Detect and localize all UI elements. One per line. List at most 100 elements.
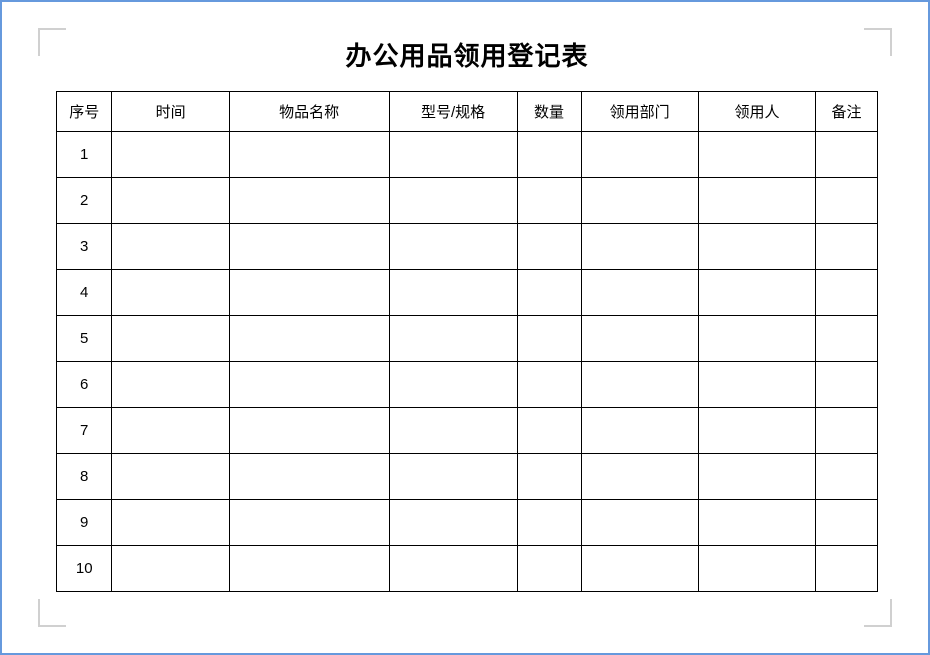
cell-item <box>229 132 389 178</box>
cell-note <box>816 316 878 362</box>
cell-seq: 7 <box>57 408 112 454</box>
cell-qty <box>517 362 581 408</box>
cell-person <box>698 224 815 270</box>
cell-time <box>112 132 229 178</box>
cell-item <box>229 316 389 362</box>
table-body: 1 2 3 <box>57 132 878 592</box>
cell-qty <box>517 454 581 500</box>
cell-qty <box>517 546 581 592</box>
cell-item <box>229 224 389 270</box>
cell-seq: 2 <box>57 178 112 224</box>
cell-note <box>816 408 878 454</box>
cell-item <box>229 546 389 592</box>
cell-note <box>816 454 878 500</box>
cell-note <box>816 546 878 592</box>
cell-time <box>112 270 229 316</box>
table-row: 1 <box>57 132 878 178</box>
col-header-note: 备注 <box>816 92 878 132</box>
cell-dept <box>581 408 698 454</box>
col-header-seq: 序号 <box>57 92 112 132</box>
cell-seq: 8 <box>57 454 112 500</box>
registration-table: 序号 时间 物品名称 型号/规格 数量 领用部门 领用人 备注 1 <box>56 91 878 592</box>
cell-time <box>112 454 229 500</box>
cell-time <box>112 224 229 270</box>
cell-qty <box>517 316 581 362</box>
cell-model <box>389 408 517 454</box>
cell-note <box>816 132 878 178</box>
page-title: 办公用品领用登记表 <box>56 36 878 73</box>
cell-qty <box>517 408 581 454</box>
cell-model <box>389 132 517 178</box>
cell-person <box>698 132 815 178</box>
cell-dept <box>581 454 698 500</box>
table-row: 4 <box>57 270 878 316</box>
cell-model <box>389 546 517 592</box>
col-header-dept: 领用部门 <box>581 92 698 132</box>
cell-seq: 10 <box>57 546 112 592</box>
table-header-row: 序号 时间 物品名称 型号/规格 数量 领用部门 领用人 备注 <box>57 92 878 132</box>
cell-qty <box>517 132 581 178</box>
cell-person <box>698 500 815 546</box>
cell-dept <box>581 178 698 224</box>
cell-person <box>698 546 815 592</box>
cell-qty <box>517 500 581 546</box>
table-row: 8 <box>57 454 878 500</box>
table-row: 5 <box>57 316 878 362</box>
cell-model <box>389 454 517 500</box>
cell-time <box>112 500 229 546</box>
cell-person <box>698 316 815 362</box>
cell-model <box>389 500 517 546</box>
cell-item <box>229 454 389 500</box>
col-header-item: 物品名称 <box>229 92 389 132</box>
cell-note <box>816 270 878 316</box>
cell-model <box>389 270 517 316</box>
cell-person <box>698 362 815 408</box>
cell-time <box>112 178 229 224</box>
col-header-time: 时间 <box>112 92 229 132</box>
cell-seq: 5 <box>57 316 112 362</box>
col-header-model: 型号/规格 <box>389 92 517 132</box>
cell-dept <box>581 132 698 178</box>
cell-qty <box>517 178 581 224</box>
col-header-person: 领用人 <box>698 92 815 132</box>
cell-person <box>698 270 815 316</box>
table-row: 3 <box>57 224 878 270</box>
cell-item <box>229 178 389 224</box>
cell-time <box>112 316 229 362</box>
document-page: 办公用品领用登记表 序号 时间 物品名称 型号/规格 数量 领用部门 领用人 备… <box>2 2 928 653</box>
cell-time <box>112 362 229 408</box>
table-row: 7 <box>57 408 878 454</box>
cell-person <box>698 408 815 454</box>
cell-model <box>389 362 517 408</box>
cell-dept <box>581 270 698 316</box>
cell-time <box>112 408 229 454</box>
cell-note <box>816 362 878 408</box>
cell-seq: 3 <box>57 224 112 270</box>
cell-person <box>698 178 815 224</box>
table-row: 10 <box>57 546 878 592</box>
cell-qty <box>517 270 581 316</box>
cell-time <box>112 546 229 592</box>
cell-seq: 4 <box>57 270 112 316</box>
cell-model <box>389 316 517 362</box>
cell-qty <box>517 224 581 270</box>
cell-seq: 9 <box>57 500 112 546</box>
cell-dept <box>581 362 698 408</box>
table-row: 6 <box>57 362 878 408</box>
cell-note <box>816 178 878 224</box>
col-header-qty: 数量 <box>517 92 581 132</box>
cell-note <box>816 224 878 270</box>
table-row: 9 <box>57 500 878 546</box>
cell-person <box>698 454 815 500</box>
cell-model <box>389 178 517 224</box>
cell-item <box>229 408 389 454</box>
cell-dept <box>581 546 698 592</box>
cell-model <box>389 224 517 270</box>
cell-note <box>816 500 878 546</box>
cell-dept <box>581 316 698 362</box>
cell-item <box>229 500 389 546</box>
cell-seq: 1 <box>57 132 112 178</box>
cell-dept <box>581 500 698 546</box>
table-row: 2 <box>57 178 878 224</box>
cell-dept <box>581 224 698 270</box>
